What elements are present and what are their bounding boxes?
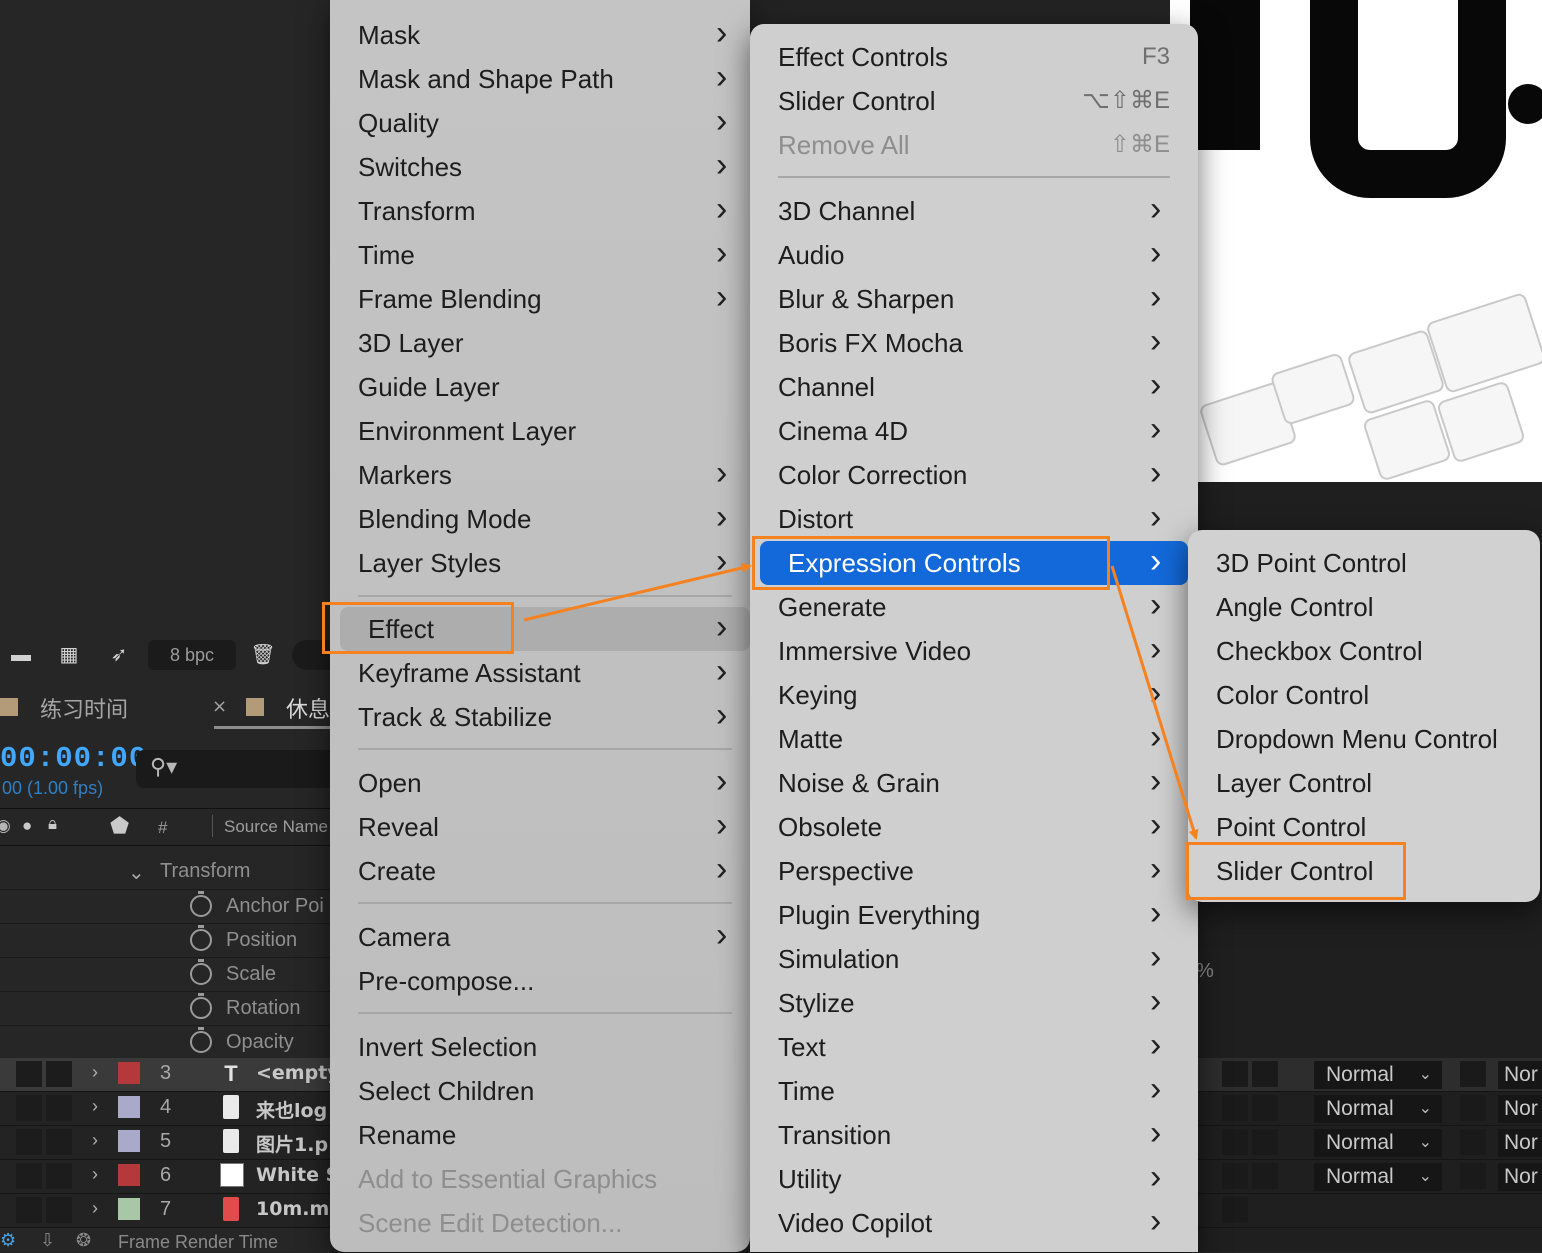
arrow-expression-to-slider bbox=[1110, 565, 1199, 840]
annotation-arrows bbox=[523, 562, 1199, 840]
arrow-effect-to-expression bbox=[523, 562, 752, 622]
